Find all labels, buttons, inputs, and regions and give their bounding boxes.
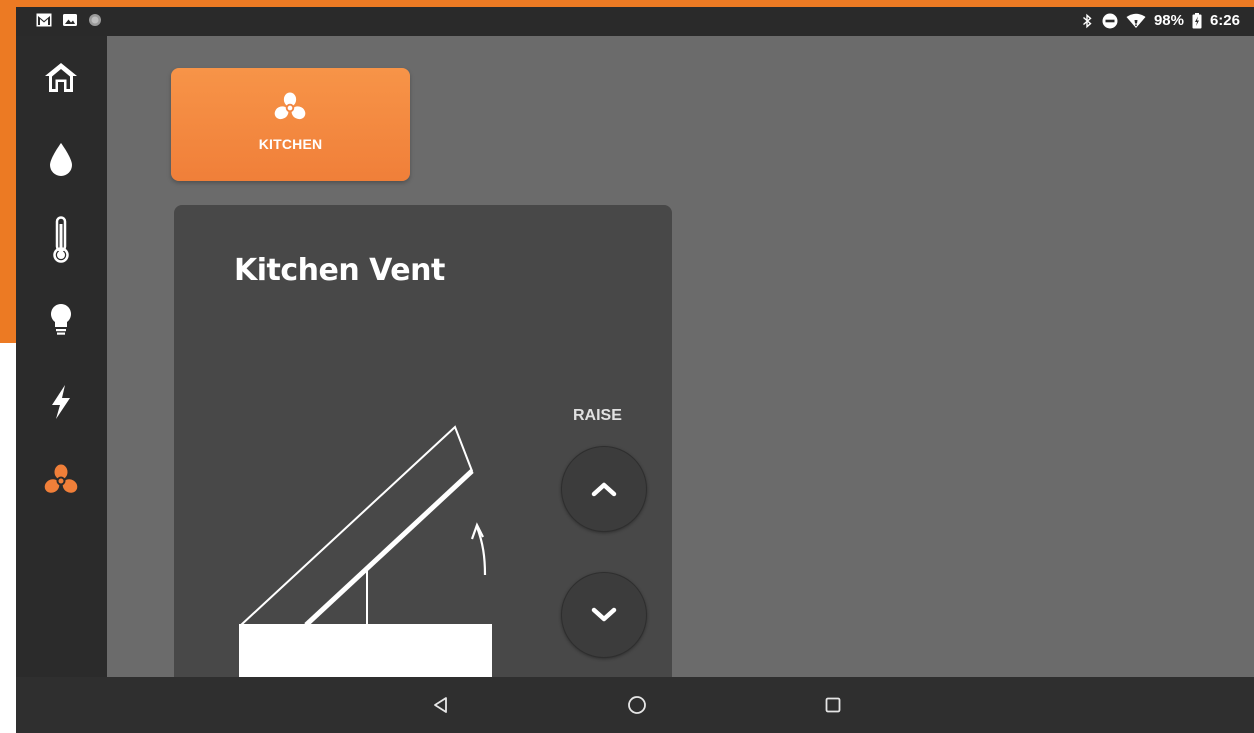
vent-diagram <box>239 425 492 689</box>
back-triangle-icon <box>434 697 447 713</box>
back-button[interactable] <box>429 693 453 717</box>
status-left-icons <box>36 13 104 27</box>
wifi-icon <box>1126 13 1146 28</box>
lightbulb-icon <box>51 304 71 335</box>
battery-charging-icon <box>1192 12 1202 28</box>
clock: 6:26 <box>1209 12 1240 29</box>
recents-square-icon <box>825 697 841 713</box>
lower-button[interactable] <box>561 572 647 658</box>
sidebar-item-fans[interactable] <box>41 461 81 501</box>
sidebar-item-temperature[interactable] <box>41 216 81 263</box>
battery-percent: 98% <box>1153 12 1184 29</box>
do-not-disturb-icon <box>1102 13 1118 28</box>
raise-button[interactable] <box>561 446 647 532</box>
vent-control-card: Kitchen Vent RAISE <box>174 205 672 689</box>
bluetooth-icon <box>1082 13 1092 28</box>
fan-icon <box>274 92 306 120</box>
kitchen-fan-tile[interactable]: KITCHEN <box>171 68 410 181</box>
sidebar-item-home[interactable] <box>41 58 81 98</box>
sidebar-item-lights[interactable] <box>41 300 81 340</box>
home-icon <box>45 63 77 92</box>
chevron-down-icon <box>591 607 617 622</box>
sidebar <box>16 36 107 677</box>
fan-icon <box>44 464 78 493</box>
thermometer-icon <box>53 216 69 263</box>
gmail-icon <box>36 13 52 27</box>
tile-label: KITCHEN <box>258 136 323 152</box>
tablet-screen: 98% 6:26 KITCHEN Kitchen Vent RAISE <box>16 7 1254 733</box>
system-navigation-bar <box>16 677 1254 733</box>
recents-button[interactable] <box>821 693 845 717</box>
vent-title: Kitchen Vent <box>234 253 445 288</box>
water-drop-icon <box>50 143 72 176</box>
sidebar-item-water[interactable] <box>41 139 81 179</box>
raise-label: RAISE <box>573 407 622 424</box>
photo-icon <box>63 14 77 26</box>
chevron-up-icon <box>591 482 617 497</box>
notification-dot-icon <box>89 14 101 26</box>
sidebar-item-power[interactable] <box>41 382 81 422</box>
home-circle-icon <box>628 696 646 714</box>
lightning-icon <box>52 385 70 419</box>
home-button[interactable] <box>625 693 649 717</box>
status-right-icons: 98% 6:26 <box>1080 12 1240 29</box>
status-bar: 98% 6:26 <box>16 7 1254 36</box>
